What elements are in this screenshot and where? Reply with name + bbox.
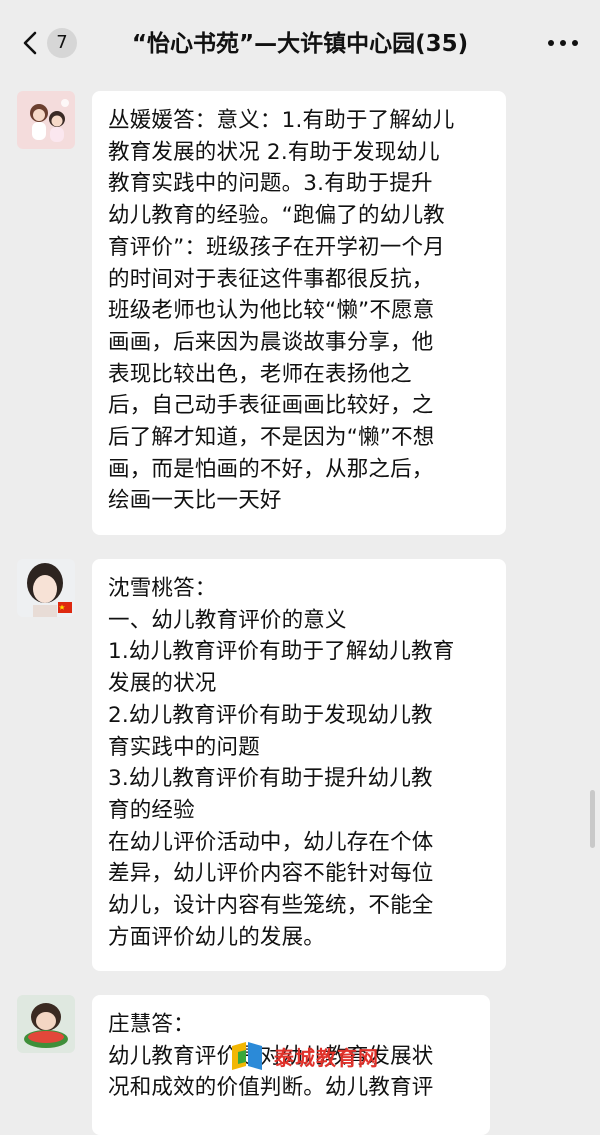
scrollbar[interactable]: [590, 790, 595, 848]
unread-count-badge[interactable]: 7: [47, 28, 77, 58]
watermark-text: 泰城教育网: [274, 1046, 379, 1070]
book-logo-icon: [232, 1042, 262, 1070]
chat-header: 7 “怡心书苑”—大许镇中心园(35): [0, 0, 600, 86]
message-bubble: 沈雪桃答： 一、幼儿教育评价的意义 1.幼儿教育评价有助于了解幼儿教育 发展的状…: [92, 559, 506, 971]
message-bubble: 丛媛媛答：意义：1.有助于了解幼儿 教育发展的状况 2.有助于发现幼儿 教育实践…: [92, 91, 506, 535]
avatar[interactable]: [17, 91, 75, 149]
avatar[interactable]: [17, 559, 75, 617]
chat-title: “怡心书苑”—大许镇中心园(35): [131, 31, 469, 57]
watermark-logo: 泰城教育网: [228, 1038, 388, 1072]
avatar[interactable]: [17, 995, 75, 1053]
more-dots-icon[interactable]: [546, 38, 580, 48]
back-chevron-icon[interactable]: [18, 30, 44, 56]
